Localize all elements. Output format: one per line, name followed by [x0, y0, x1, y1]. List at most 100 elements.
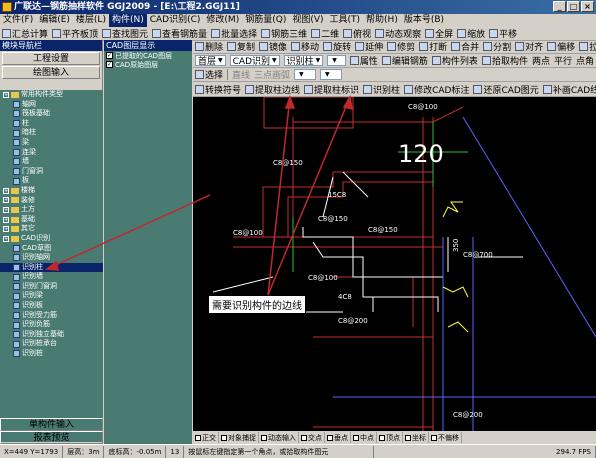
- snap-item-6[interactable]: 顶点: [377, 432, 403, 443]
- minimize-button[interactable]: _: [553, 1, 566, 12]
- toolbar2-item-1[interactable]: 复制: [225, 40, 257, 53]
- tree-node[interactable]: + 土方: [0, 205, 103, 215]
- snap-item-4[interactable]: 垂点: [325, 432, 351, 443]
- tree-node[interactable]: 识别墙: [0, 272, 103, 282]
- subtype-select[interactable]: 识别柱 ▼: [283, 55, 324, 67]
- expand-icon[interactable]: +: [3, 187, 9, 194]
- tree-node[interactable]: 识别轴网: [0, 253, 103, 263]
- toolbar1-item-5[interactable]: 钢筋三维: [259, 27, 309, 40]
- checkbox[interactable]: ✓: [106, 52, 113, 59]
- tree-node[interactable]: 连梁: [0, 148, 103, 158]
- toolbar2-item-0[interactable]: 删除: [193, 40, 225, 53]
- draw-option-select[interactable]: ▼: [294, 69, 317, 80]
- component-name-select[interactable]: ▼: [327, 55, 346, 66]
- expand-icon[interactable]: +: [3, 216, 9, 223]
- tree-node[interactable]: 梁: [0, 138, 103, 148]
- checkbox[interactable]: [431, 434, 437, 441]
- tree-node[interactable]: 暗柱: [0, 128, 103, 138]
- menu-item-7[interactable]: 视图(V): [289, 14, 326, 27]
- expand-icon[interactable]: +: [3, 197, 9, 204]
- tree-node[interactable]: 识别柱: [0, 262, 103, 273]
- snap-item-7[interactable]: 坐标: [403, 432, 429, 443]
- arc-button[interactable]: 三点画弧: [252, 68, 292, 81]
- checkbox[interactable]: [301, 434, 307, 441]
- line-button[interactable]: 直线: [230, 68, 252, 81]
- pick-component-button[interactable]: 拾取构件: [480, 54, 530, 67]
- snap-item-0[interactable]: 正交: [193, 432, 219, 443]
- menu-item-3[interactable]: 构件(N): [108, 14, 147, 27]
- toolbar2-item-5[interactable]: 延伸: [353, 40, 385, 53]
- checkbox[interactable]: [379, 434, 385, 441]
- toolbar1-item-9[interactable]: 全屏: [423, 27, 455, 40]
- tree-node[interactable]: 墙: [0, 157, 103, 167]
- report-preview-button[interactable]: 报表预览: [0, 431, 103, 444]
- toolbar1-item-8[interactable]: 动态观察: [373, 27, 423, 40]
- parallel-button[interactable]: 平行: [552, 54, 574, 67]
- toolbar1-item-6[interactable]: 二维: [309, 27, 341, 40]
- tree-node[interactable]: 识别板: [0, 301, 103, 311]
- snap-item-5[interactable]: 中点: [351, 432, 377, 443]
- menu-item-9[interactable]: 帮助(H): [363, 14, 401, 27]
- tree-node[interactable]: 筏板基础: [0, 109, 103, 119]
- menu-item-6[interactable]: 钢筋量(Q): [242, 14, 289, 27]
- tree-node[interactable]: 识别梁: [0, 291, 103, 301]
- toolbar2-item-12[interactable]: 拉伸: [577, 40, 596, 53]
- toolbar5-item-5[interactable]: 还原CAD图元: [471, 83, 540, 96]
- component-list-button[interactable]: 构件列表: [430, 54, 480, 67]
- tree-node[interactable]: 柱: [0, 119, 103, 129]
- toolbar2-item-4[interactable]: 旋转: [321, 40, 353, 53]
- menu-item-2[interactable]: 楼层(L): [73, 14, 109, 27]
- tree-node[interactable]: 识别受力筋: [0, 311, 103, 321]
- toolbar1-item-2[interactable]: 查找图元: [100, 27, 150, 40]
- toolbar1-item-11[interactable]: 平移: [487, 27, 519, 40]
- select-button[interactable]: 选择: [193, 68, 225, 81]
- toolbar1-item-0[interactable]: 汇总计算: [0, 27, 50, 40]
- drawing-input-button[interactable]: 绘图输入: [2, 66, 100, 79]
- tree-node[interactable]: + 常用构件类型: [0, 90, 103, 100]
- tree-node[interactable]: CAD草图: [0, 244, 103, 254]
- checkbox[interactable]: [221, 434, 227, 441]
- tree-node[interactable]: + 楼梯: [0, 186, 103, 196]
- layer-row-original[interactable]: ✓ CAD原始图层: [104, 60, 192, 69]
- toolbar1-item-10[interactable]: 缩放: [455, 27, 487, 40]
- cad-drawing[interactable]: C8@100 C8@150 15C8 C8@150 C8@100 C8@150 C8@100…: [193, 97, 596, 431]
- tree-node[interactable]: + CAD识别: [0, 234, 103, 244]
- tree-node[interactable]: 门窗洞: [0, 167, 103, 177]
- toolbar2-item-9[interactable]: 分割: [481, 40, 513, 53]
- toolbar2-item-2[interactable]: 镜像: [257, 40, 289, 53]
- toolbar1-item-1[interactable]: 平齐板顶: [50, 27, 100, 40]
- toolbar2-item-10[interactable]: 对齐: [513, 40, 545, 53]
- toolbar2-item-8[interactable]: 合并: [449, 40, 481, 53]
- toolbar5-item-3[interactable]: 识别柱: [361, 83, 402, 96]
- snap-item-2[interactable]: 动态输入: [259, 432, 299, 443]
- tree-node[interactable]: 识别独立基础: [0, 330, 103, 340]
- menu-item-10[interactable]: 版本号(B): [401, 14, 447, 27]
- expand-icon[interactable]: +: [3, 91, 9, 98]
- close-button[interactable]: ×: [581, 1, 594, 12]
- toolbar5-item-0[interactable]: 转换符号: [193, 83, 243, 96]
- draw-value-select[interactable]: ▼: [320, 69, 343, 80]
- checkbox[interactable]: [195, 434, 201, 441]
- toolbar2-item-11[interactable]: 偏移: [545, 40, 577, 53]
- toolbar5-item-6[interactable]: 补画CAD线: [541, 83, 596, 96]
- toolbar2-item-6[interactable]: 修剪: [385, 40, 417, 53]
- floor-select[interactable]: 首层 ▼: [195, 55, 226, 67]
- checkbox[interactable]: ✓: [106, 61, 113, 68]
- category-select[interactable]: CAD识别 ▼: [229, 55, 280, 67]
- point-angle-button[interactable]: 点角: [574, 54, 596, 67]
- snap-item-8[interactable]: 不偏移: [429, 432, 462, 443]
- expand-icon[interactable]: +: [3, 226, 9, 233]
- menu-item-8[interactable]: 工具(T): [327, 14, 364, 27]
- expand-icon[interactable]: +: [3, 206, 9, 213]
- checkbox[interactable]: [327, 434, 333, 441]
- project-settings-button[interactable]: 工程设置: [2, 52, 100, 65]
- tree-node[interactable]: 板: [0, 176, 103, 186]
- checkbox[interactable]: [353, 434, 359, 441]
- toolbar2-item-7[interactable]: 打断: [417, 40, 449, 53]
- single-component-input-button[interactable]: 单构件输入: [0, 418, 103, 431]
- toolbar2-item-3[interactable]: 移动: [289, 40, 321, 53]
- maximize-button[interactable]: □: [567, 1, 580, 12]
- expand-icon[interactable]: +: [3, 235, 9, 242]
- toolbar1-item-3[interactable]: 查看钢筋量: [150, 27, 209, 40]
- tree-node[interactable]: 识别桩承台: [0, 339, 103, 349]
